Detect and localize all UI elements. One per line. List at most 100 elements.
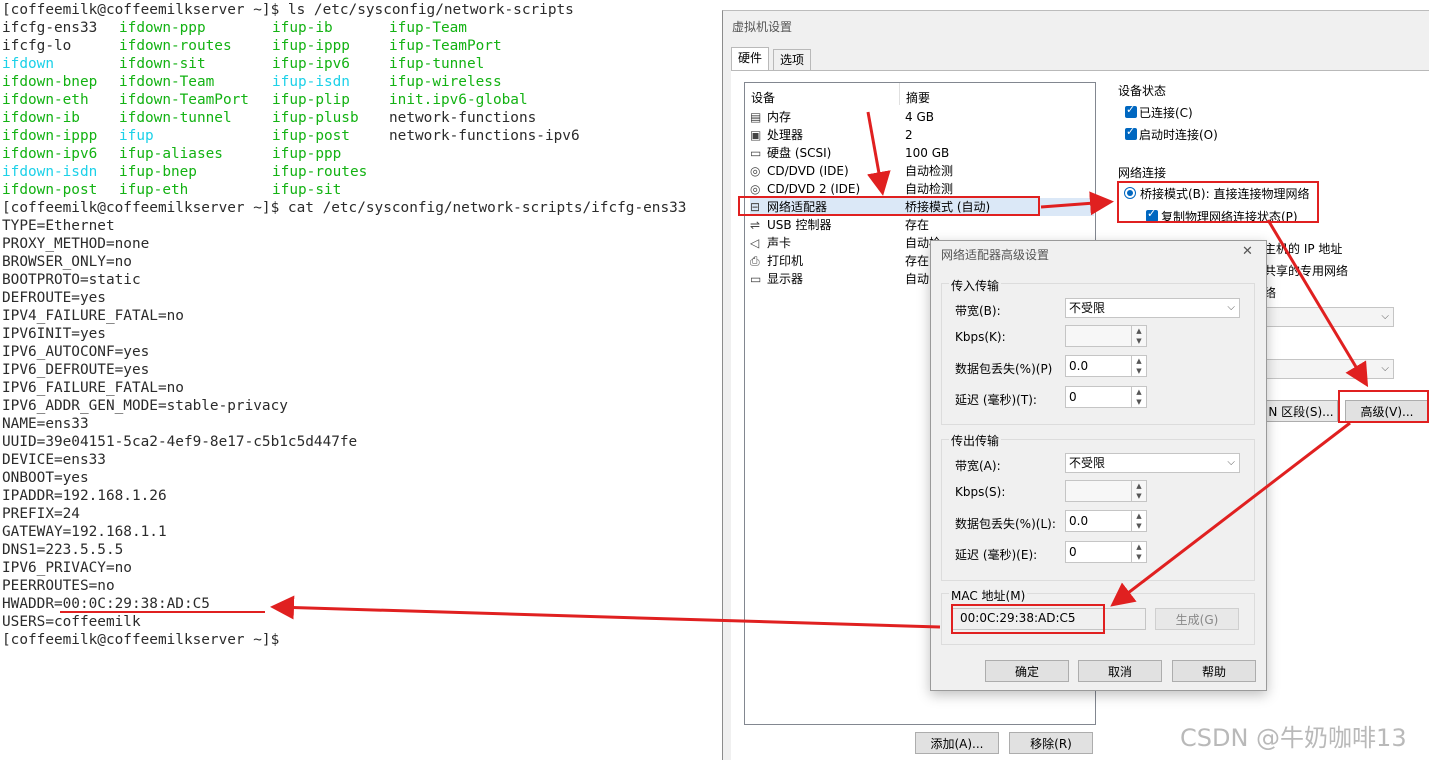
terminal-prompt-final: [coffeemilk@coffeemilkserver ~]$: [2, 632, 280, 648]
config-line: GATEWAY=192.168.1.1: [2, 524, 167, 540]
custom-network-select[interactable]: ⌵: [1264, 307, 1394, 327]
config-line: HWADDR=00:0C:29:38:AD:C5: [2, 596, 210, 612]
config-line: PEERROUTES=no: [2, 578, 115, 594]
ok-button[interactable]: 确定: [985, 660, 1069, 682]
cancel-button[interactable]: 取消: [1078, 660, 1162, 682]
ls-entry: ifdown-ipv6: [2, 146, 98, 162]
connected-label: 已连接(C): [1139, 106, 1193, 120]
chevron-down-icon: ⌵: [1381, 363, 1389, 374]
ls-entry: ifup-bnep: [119, 164, 197, 180]
lan-segment-button[interactable]: N 区段(S)...: [1264, 400, 1338, 422]
ls-entry: ifup-sit: [272, 182, 342, 198]
terminal-prompt-cat: [coffeemilk@coffeemilkserver ~]$ cat /et…: [2, 200, 687, 216]
config-line: DNS1=223.5.5.5: [2, 542, 124, 558]
ls-entry: ifdown-ippp: [2, 128, 98, 144]
stepper-arrows-icon[interactable]: ▲ ▼: [1131, 387, 1146, 407]
loss-out-stepper[interactable]: 0.0 ▲ ▼: [1065, 510, 1147, 532]
stepper-arrows-icon[interactable]: ▲ ▼: [1131, 511, 1146, 531]
delay-out-value: 0: [1069, 545, 1077, 559]
add-button[interactable]: 添加(A)...: [915, 732, 999, 754]
host-ip-label: 主机的 IP 地址: [1264, 242, 1343, 256]
config-line: NAME=ens33: [2, 416, 89, 432]
kbps-in-label: Kbps(K):: [955, 330, 1006, 344]
network-connection-heading: 网络连接: [1118, 166, 1167, 180]
delay-out-stepper[interactable]: 0 ▲ ▼: [1065, 541, 1147, 563]
window-title: 虚拟机设置: [732, 20, 793, 34]
device-name: 内存: [767, 110, 792, 124]
shared-network-label: 共享的专用网络: [1264, 264, 1349, 278]
kbps-in-stepper[interactable]: ▲ ▼: [1065, 325, 1147, 347]
device-name: 打印机: [767, 254, 804, 268]
kbps-out-stepper[interactable]: ▲ ▼: [1065, 480, 1147, 502]
config-line: UUID=39e04151-5ca2-4ef9-8e17-c5b1c5d447f…: [2, 434, 358, 450]
delay-out-label: 延迟 (毫秒)(E):: [955, 548, 1038, 562]
help-button[interactable]: 帮助: [1172, 660, 1256, 682]
config-line: IPV6_PRIVACY=no: [2, 560, 132, 576]
device-summary: 存在: [905, 218, 930, 232]
device-status-heading: 设备状态: [1118, 84, 1167, 98]
ls-entry: ifdown-tunnel: [119, 110, 232, 126]
stepper-arrows-icon[interactable]: ▲ ▼: [1131, 542, 1146, 562]
device-summary: 2: [905, 128, 913, 142]
device-name: 处理器: [767, 128, 804, 142]
config-line: IPV6_AUTOCONF=yes: [2, 344, 150, 360]
loss-out-value: 0.0: [1069, 514, 1089, 528]
ls-entry: ifup: [119, 128, 154, 144]
device-row[interactable]: ◎ CD/DVD (IDE) 自动检测: [750, 162, 1094, 180]
highlight-network-adapter: [738, 196, 1040, 216]
device-row[interactable]: ▤ 内存 4 GB: [750, 108, 1094, 126]
ls-entry: ifup-Team: [389, 20, 467, 36]
ls-entry: ifdown-routes: [119, 38, 232, 54]
device-row[interactable]: ▭ 硬盘 (SCSI) 100 GB: [750, 144, 1094, 162]
ls-entry: ifup-plusb: [272, 110, 359, 126]
device-row[interactable]: ⇌ USB 控制器 存在: [750, 216, 1094, 234]
ls-entry: ifdown: [2, 56, 54, 72]
config-line: DEVICE=ens33: [2, 452, 106, 468]
ls-entry: network-functions: [389, 110, 537, 126]
ls-entry: ifcfg-lo: [2, 38, 72, 54]
tab-hardware[interactable]: 硬件: [731, 47, 770, 71]
column-summary: 摘要: [906, 91, 931, 105]
config-line: ONBOOT=yes: [2, 470, 89, 486]
chevron-down-icon: ⌵: [1227, 457, 1235, 468]
config-line: IPADDR=192.168.1.26: [2, 488, 167, 504]
device-row[interactable]: ▣ 处理器 2: [750, 126, 1094, 144]
config-line: IPV6_FAILURE_FATAL=no: [2, 380, 184, 396]
delay-in-stepper[interactable]: 0 ▲ ▼: [1065, 386, 1147, 408]
ls-entry: ifdown-isdn: [2, 164, 98, 180]
close-icon[interactable]: ✕: [1242, 244, 1253, 259]
loss-in-label: 数据包丢失(%)(P): [955, 362, 1053, 376]
device-summary: 自动: [905, 272, 930, 286]
device-summary: 自动检测: [905, 164, 954, 178]
highlight-bridged-mode: [1117, 181, 1319, 223]
generate-button[interactable]: 生成(G): [1155, 608, 1239, 630]
remove-button[interactable]: 移除(R): [1009, 732, 1093, 754]
ls-entry: ifup-isdn: [272, 74, 350, 90]
config-line: IPV4_FAILURE_FATAL=no: [2, 308, 184, 324]
stepper-arrows-icon[interactable]: ▲ ▼: [1131, 356, 1146, 376]
bandwidth-out-select[interactable]: 不受限 ⌵: [1065, 453, 1240, 473]
speaker-icon: ◁: [750, 236, 760, 250]
connected-checkbox[interactable]: [1125, 103, 1137, 118]
lan-segment-select[interactable]: ⌵: [1264, 359, 1394, 379]
bandwidth-in-select[interactable]: 不受限 ⌵: [1065, 298, 1240, 318]
device-summary: 100 GB: [905, 146, 950, 160]
terminal-window[interactable]: [coffeemilk@coffeemilkserver ~]$ ls /etc…: [0, 0, 722, 759]
device-summary: 4 GB: [905, 110, 934, 124]
terminal-prompt-ls: [coffeemilk@coffeemilkserver ~]$ ls /etc…: [2, 2, 574, 18]
kbps-out-label: Kbps(S):: [955, 485, 1006, 499]
config-line: PREFIX=24: [2, 506, 80, 522]
chevron-down-icon: ⌵: [1227, 302, 1235, 313]
config-line: DEFROUTE=yes: [2, 290, 106, 306]
ls-entry: ifcfg-ens33: [2, 20, 98, 36]
ls-entry: init.ipv6-global: [389, 92, 528, 108]
config-line: PROXY_METHOD=none: [2, 236, 150, 252]
stepper-arrows-icon[interactable]: ▲ ▼: [1131, 326, 1146, 346]
connect-on-power-checkbox[interactable]: [1125, 125, 1137, 140]
bandwidth-out-value: 不受限: [1069, 456, 1106, 470]
tab-options[interactable]: 选项: [773, 49, 812, 70]
device-name: USB 控制器: [767, 218, 832, 232]
ls-entry: ifdown-eth: [2, 92, 89, 108]
stepper-arrows-icon[interactable]: ▲ ▼: [1131, 481, 1146, 501]
loss-in-stepper[interactable]: 0.0 ▲ ▼: [1065, 355, 1147, 377]
